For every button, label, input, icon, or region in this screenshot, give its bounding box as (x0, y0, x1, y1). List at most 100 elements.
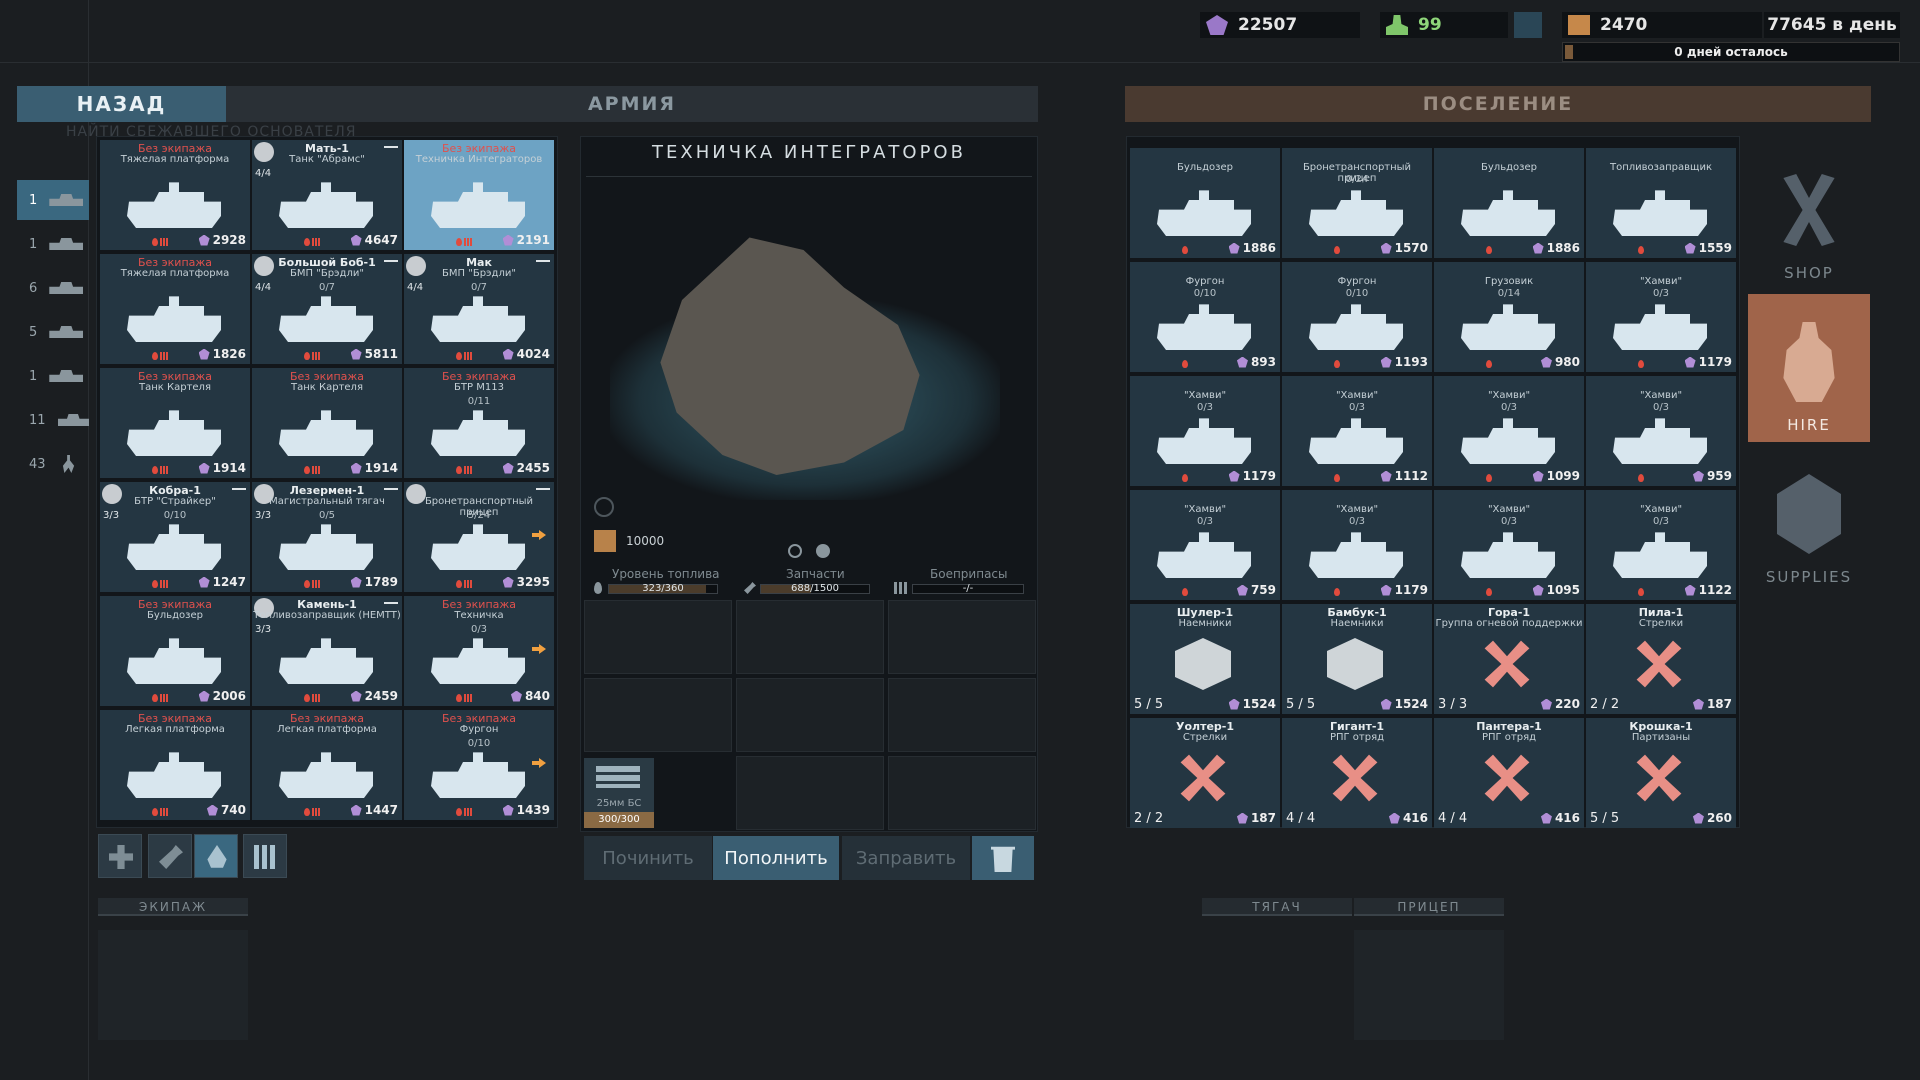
army-unit-card[interactable]: Без экипажа Фургон 0/10 1439 (404, 710, 554, 820)
army-unit-card[interactable]: Мать-1 Танк "Абрамс" 4/4 4647 (252, 140, 402, 250)
settlement-unit-card[interactable]: Грузовик 0/14 980 (1434, 262, 1584, 372)
unit-type: Тяжелая платформа (120, 154, 230, 165)
army-unit-card[interactable]: Без экипажа Легкая платформа 740 (100, 710, 250, 820)
category-5[interactable]: 11 (17, 400, 89, 440)
squad-count: 2 / 2 (1134, 811, 1164, 826)
unit-value: 1193 (1381, 355, 1428, 369)
settlement-unit-card[interactable]: Бронетранспортный прицеп 0/24 1570 (1282, 148, 1432, 258)
status-flags (1638, 246, 1644, 254)
unit-type: Фургон (1185, 276, 1225, 287)
ammo-tool-button[interactable] (243, 834, 287, 878)
cargo-slot[interactable] (584, 678, 732, 752)
category-3[interactable]: 5 (17, 312, 89, 352)
settlement-unit-card[interactable]: Фургон 0/10 893 (1130, 262, 1280, 372)
army-unit-card[interactable]: Без экипажа Тяжелая платформа 1826 (100, 254, 250, 364)
category-6[interactable]: 43 (17, 444, 89, 484)
category-0[interactable]: 1 (17, 180, 89, 220)
army-unit-card[interactable]: Мак БМП "Брэдли" 4/4 0/7 4024 (404, 254, 554, 364)
settlement-unit-card[interactable]: "Хамви" 0/3 1099 (1434, 376, 1584, 486)
army-unit-card[interactable]: Кобра-1 БТР "Страйкер" 3/3 0/10 1247 (100, 482, 250, 592)
unit-type: Магистральный тягач (269, 496, 385, 507)
settlement-unit-card[interactable]: "Хамви" 0/3 1179 (1130, 376, 1280, 486)
army-unit-card[interactable]: Без экипажа Танк Картеля 1914 (252, 368, 402, 478)
unit-type: РПГ отряд (1329, 732, 1385, 743)
army-unit-card[interactable]: Без экипажа Техничка 0/3 840 (404, 596, 554, 706)
army-unit-card[interactable]: Без экипажа Бульдозер 2006 (100, 596, 250, 706)
category-4[interactable]: 1 (17, 356, 89, 396)
heal-button[interactable] (98, 834, 142, 878)
settlement-unit-card[interactable]: Бамбук-1 Наемники 5 / 5 1524 (1282, 604, 1432, 714)
army-unit-card[interactable]: Большой Боб-1 БМП "Брэдли" 4/4 0/7 5811 (252, 254, 402, 364)
tab-settlement[interactable]: ПОСЕЛЕНИЕ (1125, 86, 1871, 122)
settlement-unit-card[interactable]: Гора-1 Группа огневой поддержки 3 / 3 220 (1434, 604, 1584, 714)
ammo-slot[interactable]: 25мм БС 300/300 (584, 758, 654, 828)
cargo-slot[interactable] (736, 756, 884, 830)
settlement-unit-card[interactable]: Крошка-1 Партизаны 5 / 5 260 (1586, 718, 1736, 828)
cargo-slot[interactable] (584, 600, 732, 674)
crew-slot[interactable] (98, 930, 248, 1040)
army-unit-card[interactable]: Без экипажа Танк Картеля 1914 (100, 368, 250, 478)
settlement-unit-card[interactable]: "Хамви" 0/3 1122 (1586, 490, 1736, 600)
category-2[interactable]: 6 (17, 268, 89, 308)
hire-button[interactable]: HIRE (1748, 294, 1870, 442)
vehicle-icon (279, 638, 373, 684)
settlement-unit-card[interactable]: Бульдозер 1886 (1434, 148, 1584, 258)
settlement-unit-card[interactable]: Топливозаправщик 1559 (1586, 148, 1736, 258)
army-unit-card[interactable]: Лезермен-1 Магистральный тягач 3/3 0/5 1789 (252, 482, 402, 592)
vehicle-icon (279, 410, 373, 456)
category-1[interactable]: 1 (17, 224, 89, 264)
cargo-slot[interactable] (888, 678, 1036, 752)
repair-tool-button[interactable] (148, 834, 192, 878)
repair-button[interactable]: Починить (584, 836, 712, 880)
army-unit-card[interactable]: Бронетранспортный прицеп 5/24 3295 (404, 482, 554, 592)
supplies-button[interactable]: SUPPLIES (1748, 446, 1870, 594)
unit-type: "Хамви" (1639, 276, 1683, 287)
settlement-unit-card[interactable]: "Хамви" 0/3 1112 (1282, 376, 1432, 486)
cargo-slot[interactable] (736, 678, 884, 752)
weapon-icon (1484, 640, 1530, 688)
settlement-unit-card[interactable]: "Хамви" 0/3 1179 (1282, 490, 1432, 600)
refuel-button[interactable]: Заправить (842, 836, 970, 880)
settlement-unit-card[interactable]: Шулер-1 Наемники 5 / 5 1524 (1130, 604, 1280, 714)
settlement-unit-card[interactable]: Пантера-1 РПГ отряд 4 / 4 416 (1434, 718, 1584, 828)
status-flags (1334, 474, 1340, 482)
settlement-unit-card[interactable]: Пила-1 Стрелки 2 / 2 187 (1586, 604, 1736, 714)
low-fuel-icon (456, 694, 462, 702)
trailer-slot[interactable] (1354, 930, 1504, 1040)
trash-icon[interactable] (1514, 12, 1542, 38)
vehicle-icon (127, 638, 221, 684)
army-unit-card[interactable]: Без экипажа Техничка Интеграторов 2191 (404, 140, 554, 250)
capacity: 0/10 (1193, 288, 1217, 299)
tab-army[interactable]: АРМИЯ (226, 86, 1038, 122)
capacity: 0/7 (470, 282, 488, 293)
back-button[interactable]: НАЗАД (17, 86, 226, 122)
settlement-unit-card[interactable]: "Хамви" 0/3 759 (1130, 490, 1280, 600)
settlement-unit-card[interactable]: Бульдозер 1886 (1130, 148, 1280, 258)
cargo-slot[interactable] (888, 756, 1036, 830)
settlement-unit-card[interactable]: "Хамви" 0/3 1179 (1586, 262, 1736, 372)
cargo-slot[interactable] (736, 600, 884, 674)
unit-type: Бульдозер (147, 610, 203, 621)
crates-counter: 2470 (1562, 12, 1762, 38)
low-fuel-icon (1486, 246, 1492, 254)
capacity: 0/10 (1345, 288, 1369, 299)
settlement-unit-card[interactable]: Уолтер-1 Стрелки 2 / 2 187 (1130, 718, 1280, 828)
settlement-unit-card[interactable]: "Хамви" 0/3 959 (1586, 376, 1736, 486)
capacity: 0/3 (1196, 516, 1214, 527)
shop-button[interactable]: SHOP (1748, 142, 1870, 290)
unit-value: 1570 (1381, 241, 1428, 255)
army-unit-card[interactable]: Без экипажа Тяжелая платформа 2928 (100, 140, 250, 250)
tank-icon (49, 194, 84, 206)
cargo-slot[interactable] (888, 600, 1036, 674)
delete-button[interactable] (972, 836, 1034, 880)
army-unit-card[interactable]: Без экипажа Легкая платформа 1447 (252, 710, 402, 820)
army-unit-card[interactable]: Без экипажа БТР М113 0/11 2455 (404, 368, 554, 478)
settlement-unit-card[interactable]: Гигант-1 РПГ отряд 4 / 4 416 (1282, 718, 1432, 828)
fuel-tool-button[interactable] (194, 834, 238, 878)
car-icon (57, 414, 89, 426)
settlement-unit-card[interactable]: "Хамви" 0/3 1095 (1434, 490, 1584, 600)
unit-type: Танк Картеля (139, 382, 211, 393)
resupply-button[interactable]: Пополнить (713, 836, 839, 880)
army-unit-card[interactable]: Камень-1 Топливозаправщик (HEMTT) 3/3 2459 (252, 596, 402, 706)
settlement-unit-card[interactable]: Фургон 0/10 1193 (1282, 262, 1432, 372)
